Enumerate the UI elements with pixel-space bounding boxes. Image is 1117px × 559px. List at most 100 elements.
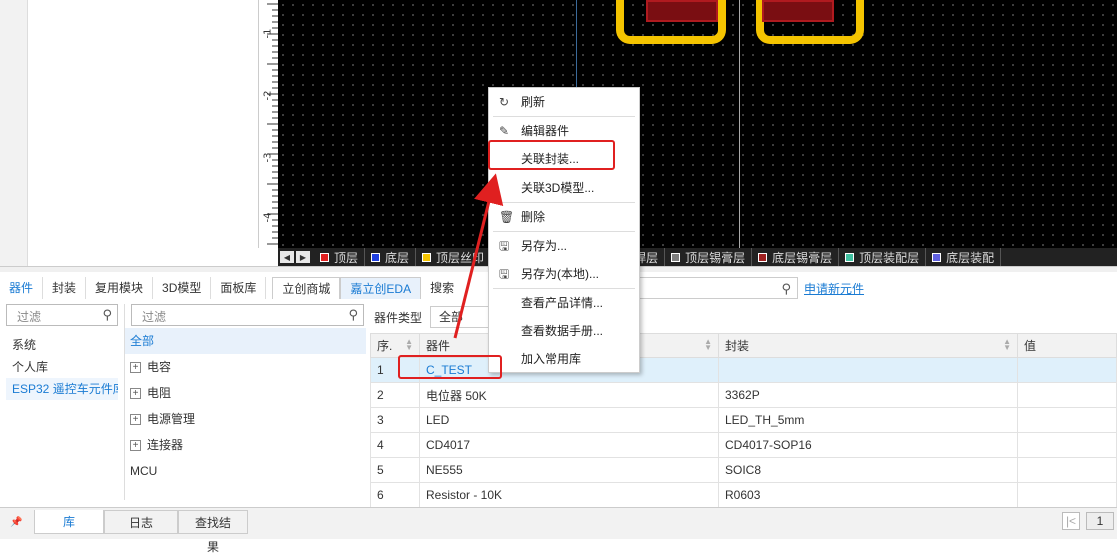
- menu-item-save-as[interactable]: 🖫 另存为...: [489, 234, 639, 258]
- tab-components[interactable]: 器件: [0, 277, 44, 299]
- page-number[interactable]: 1: [1086, 512, 1114, 530]
- library-list: 过滤 ⚲ 系统 个人库 ESP32 遥控车元件库: [6, 304, 118, 528]
- vertical-ruler: -1 -2 -3 -4: [258, 0, 279, 248]
- search-icon[interactable]: ⚲: [781, 281, 791, 297]
- layer-label: 顶层: [334, 250, 359, 265]
- pcb-canvas[interactable]: [278, 0, 1117, 248]
- layer-color-swatch: [371, 252, 381, 262]
- prev-layer-button[interactable]: ◀: [280, 251, 294, 263]
- cell-footprint: CD4017-SOP16: [718, 432, 1018, 458]
- column-header-no[interactable]: 序. ▲ ▼: [370, 333, 420, 358]
- menu-item-add-common[interactable]: 加入常用库: [489, 347, 639, 371]
- tab-find-results[interactable]: 查找结果: [178, 510, 248, 554]
- layer-tabs: ◀ ▶ 顶层底层顶层丝印顶层阻焊层底层阻焊层顶层锡膏层底层锡膏层顶层装配层底层装…: [278, 248, 1117, 266]
- layer-tab[interactable]: 底层锡膏层: [752, 248, 840, 266]
- tab-footprints[interactable]: 封装: [43, 277, 87, 299]
- cell-no: 2: [370, 382, 420, 408]
- component-search-input[interactable]: ⚲: [618, 277, 798, 299]
- left-gutter: [0, 0, 28, 266]
- cell-no: 5: [370, 457, 420, 483]
- cell-component: 电位器 50K: [419, 382, 719, 408]
- tab-jlc-eda[interactable]: 嘉立创EDA: [340, 277, 422, 299]
- category-all[interactable]: 全部: [125, 328, 366, 354]
- layer-color-swatch: [320, 252, 329, 262]
- table-row[interactable]: 5 NE555 SOIC8: [370, 457, 1117, 483]
- component-table-area: 器件类型 全部 序. ▲ ▼ 器件 ▲ ▼ 封装 ▲ ▼ 值 1 C_TEST 2 电位器 50K…: [370, 304, 1117, 508]
- ruler-label: -4: [262, 212, 274, 223]
- menu-item-delete[interactable]: 🗑 删除: [489, 205, 639, 229]
- column-header-value[interactable]: 值: [1017, 333, 1117, 358]
- menu-item-link-3d[interactable]: 关联3D模型...: [489, 176, 639, 200]
- library-item-system[interactable]: 系统: [6, 334, 118, 356]
- layer-tab[interactable]: 底层: [365, 248, 417, 266]
- type-filter-row: 器件类型 全部: [370, 304, 1117, 330]
- cell-footprint: [718, 357, 1018, 383]
- guide-line: [739, 0, 740, 248]
- cell-value: [1017, 382, 1117, 408]
- library-item-esp32[interactable]: ESP32 遥控车元件库: [6, 378, 118, 400]
- category-mcu[interactable]: MCU: [125, 458, 366, 484]
- menu-item-product-details[interactable]: 查看产品详情...: [489, 291, 639, 315]
- layer-label: 顶层丝印: [436, 250, 485, 265]
- layer-tab[interactable]: 顶层装配层: [839, 248, 927, 266]
- table-row[interactable]: 2 电位器 50K 3362P: [370, 382, 1117, 408]
- category-resistor[interactable]: + 电阻: [125, 380, 366, 406]
- layer-tab[interactable]: 顶层锡膏层: [665, 248, 753, 266]
- tab-library[interactable]: 库: [34, 510, 104, 534]
- table-row[interactable]: 6 Resistor - 10K R0603: [370, 482, 1117, 508]
- next-layer-button[interactable]: ▶: [296, 251, 310, 263]
- type-select[interactable]: 全部: [430, 306, 491, 328]
- search-icon[interactable]: ⚲: [102, 307, 112, 323]
- sort-icon[interactable]: ▲ ▼: [1003, 338, 1011, 352]
- filter-placeholder: 过滤: [17, 310, 42, 324]
- tab-search[interactable]: 搜索: [421, 277, 463, 299]
- cell-value: [1017, 357, 1117, 383]
- layer-color-swatch: [932, 252, 942, 262]
- tab-lcsc-shop[interactable]: 立创商城: [272, 277, 341, 299]
- tab-3d-models[interactable]: 3D模型: [153, 277, 212, 299]
- save-icon: 🖫: [499, 267, 510, 281]
- category-filter-input[interactable]: 过滤 ⚲: [131, 304, 364, 326]
- layer-color-swatch: [758, 252, 768, 262]
- previous-page-button[interactable]: |<: [1062, 512, 1080, 530]
- table-row[interactable]: 3 LED LED_TH_5mm: [370, 407, 1117, 433]
- menu-item-save-as-local[interactable]: 🖫 另存为(本地)...: [489, 262, 639, 286]
- layer-tab[interactable]: 顶层: [314, 248, 366, 266]
- library-filter-input[interactable]: 过滤 ⚲: [6, 304, 118, 326]
- cell-component: Resistor - 10K: [419, 482, 719, 508]
- layer-label: 底层: [385, 250, 410, 265]
- request-new-component-link[interactable]: 申请新元件: [804, 280, 864, 297]
- layer-label: 底层锡膏层: [772, 250, 833, 265]
- layer-tab[interactable]: 顶层丝印: [416, 248, 492, 266]
- expand-icon[interactable]: +: [130, 439, 141, 451]
- refresh-icon: ↻: [499, 95, 510, 109]
- pad-left-core: [646, 0, 718, 22]
- layer-tab[interactable]: 底层装配: [926, 248, 1002, 266]
- tab-panel-library[interactable]: 面板库: [211, 277, 267, 299]
- sort-icon[interactable]: ▲ ▼: [704, 338, 712, 352]
- search-icon[interactable]: ⚲: [348, 307, 358, 323]
- pin-icon[interactable]: 📌: [10, 517, 22, 528]
- sort-icon[interactable]: ▲ ▼: [405, 338, 413, 352]
- tab-reuse-blocks[interactable]: 复用模块: [86, 277, 154, 299]
- library-item-personal[interactable]: 个人库: [6, 356, 118, 378]
- expand-icon[interactable]: +: [130, 387, 141, 399]
- category-capacitor[interactable]: + 电容: [125, 354, 366, 380]
- menu-item-refresh[interactable]: ↻ 刷新: [489, 90, 639, 114]
- category-connector[interactable]: + 连接器: [125, 432, 366, 458]
- left-panel: [28, 0, 258, 266]
- category-power[interactable]: + 电源管理: [125, 406, 366, 432]
- expand-icon[interactable]: +: [130, 413, 141, 425]
- highlight-box-menu: [488, 140, 615, 170]
- pad-right-core: [762, 0, 834, 22]
- cell-component: NE555: [419, 457, 719, 483]
- cell-footprint: 3362P: [718, 382, 1018, 408]
- cell-footprint: R0603: [718, 482, 1018, 508]
- column-header-footprint[interactable]: 封装 ▲ ▼: [718, 333, 1018, 358]
- cell-value: [1017, 407, 1117, 433]
- table-row[interactable]: 4 CD4017 CD4017-SOP16: [370, 432, 1117, 458]
- expand-icon[interactable]: +: [130, 361, 141, 373]
- menu-item-datasheet[interactable]: 查看数据手册...: [489, 319, 639, 343]
- menu-separator: [493, 116, 635, 117]
- tab-log[interactable]: 日志: [104, 510, 178, 534]
